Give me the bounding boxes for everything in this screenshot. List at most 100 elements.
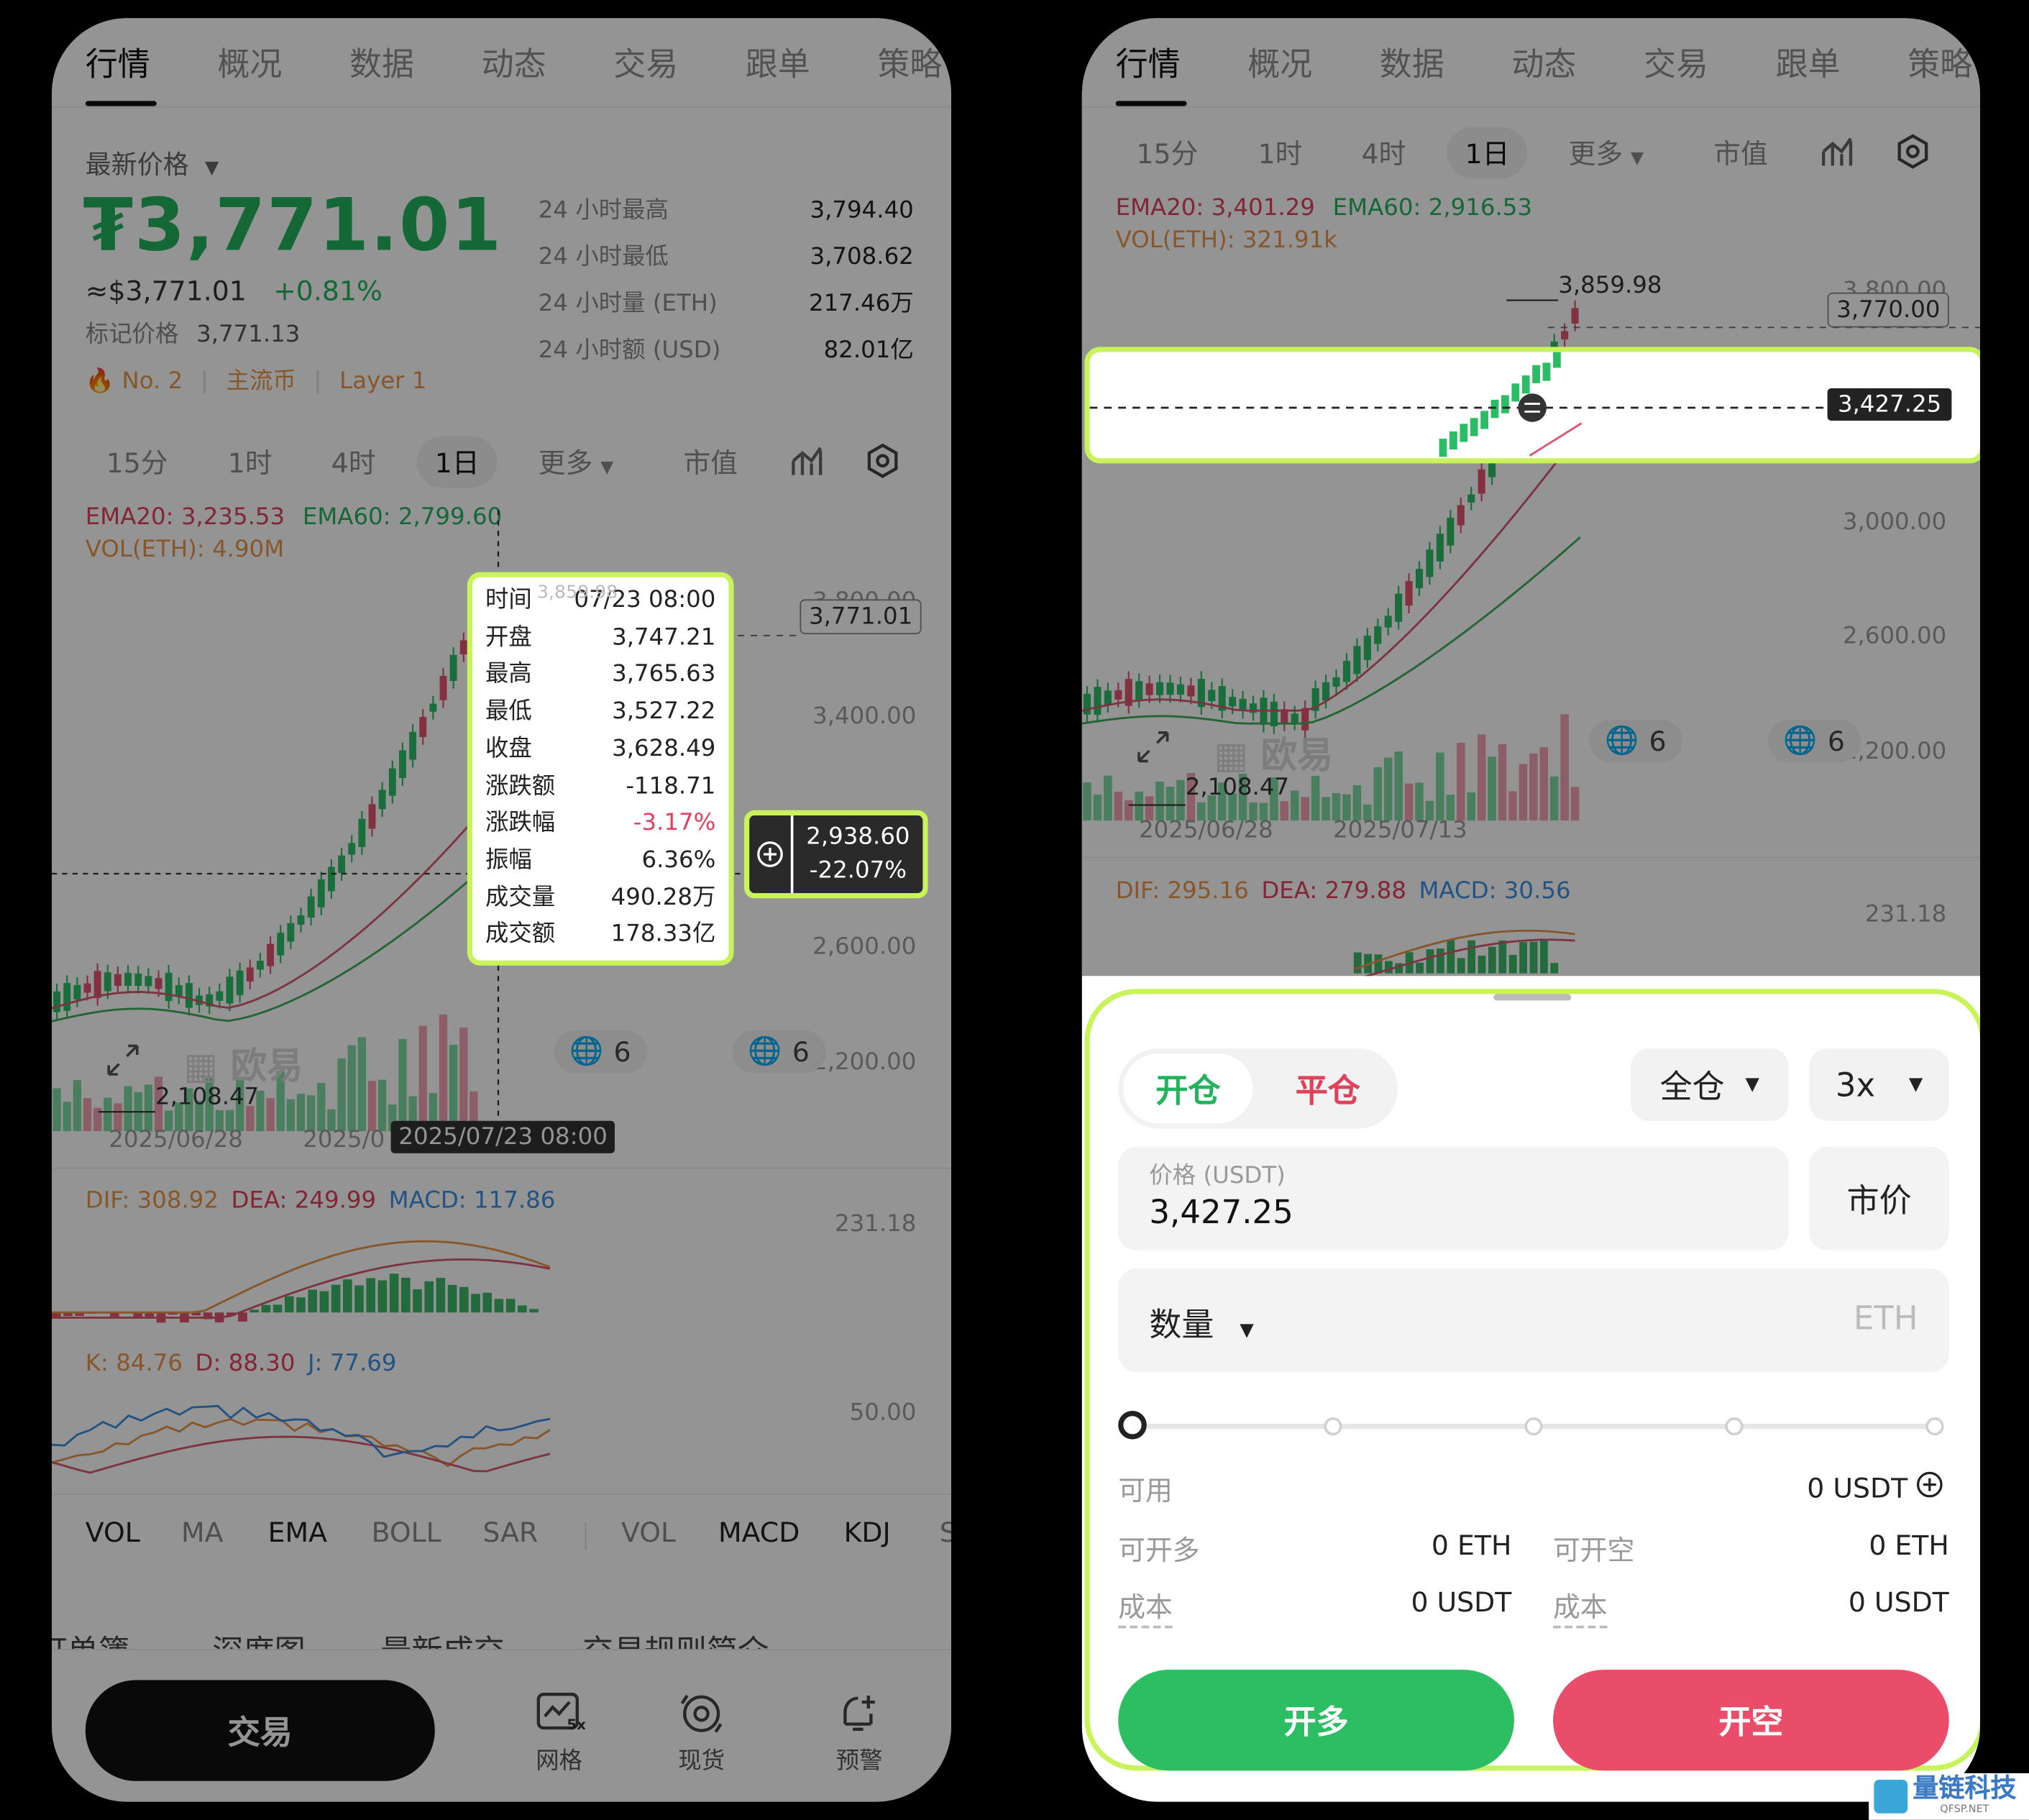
margin-mode-select[interactable]: 全仓 ▼ — [1631, 1048, 1789, 1121]
timeframe-more[interactable]: 更多 ▼ — [539, 443, 613, 482]
slider-step-100[interactable] — [1925, 1417, 1944, 1436]
tab-news[interactable]: 动态 — [482, 39, 546, 86]
timeframe-15m[interactable]: 15分 — [106, 443, 168, 482]
volume-bar — [1488, 756, 1496, 821]
price-type-label: 最新价格 — [85, 149, 189, 180]
timeframe-15m[interactable]: 15分 — [1136, 133, 1198, 172]
timeframe-1d[interactable]: 1日 — [416, 436, 498, 488]
timeframe-1h[interactable]: 1时 — [1258, 133, 1303, 172]
tab-trade[interactable]: 交易 — [613, 39, 678, 86]
slider-step-50[interactable] — [1524, 1417, 1543, 1436]
open-short-button[interactable]: 开空 — [1553, 1670, 1949, 1771]
market-cap-button[interactable]: 市值 — [683, 443, 738, 482]
expand-icon[interactable] — [104, 1041, 142, 1084]
candle-body — [267, 943, 275, 966]
tab-copy[interactable]: 跟单 — [1776, 39, 1841, 86]
macd-histogram-bar — [1508, 954, 1517, 974]
cost-label-short[interactable]: 成本 — [1553, 1587, 1608, 1629]
open-long-button[interactable]: 开多 — [1118, 1670, 1514, 1771]
timeframe-4h[interactable]: 4时 — [331, 443, 376, 482]
tab-trade[interactable]: 交易 — [1644, 39, 1708, 86]
date-axis-label: 2025/0 — [303, 1126, 385, 1153]
price-input[interactable]: 价格 (USDT) 3,427.25 — [1118, 1146, 1789, 1250]
indicator-macd[interactable]: MACD — [718, 1517, 800, 1548]
volume-bar — [1560, 714, 1569, 821]
layer-tag[interactable]: Layer 1 — [339, 367, 426, 395]
slider-thumb[interactable] — [1118, 1411, 1147, 1440]
tab-depth[interactable]: 深度图 — [212, 1634, 306, 1650]
timeframe-1h[interactable]: 1时 — [228, 443, 272, 482]
tab-market[interactable]: 行情 — [86, 39, 150, 86]
tab-news[interactable]: 动态 — [1511, 39, 1576, 86]
timeframe-4h[interactable]: 4时 — [1362, 133, 1406, 172]
tab-data[interactable]: 数据 — [1380, 39, 1444, 86]
category-tag[interactable]: 主流币 — [226, 367, 296, 395]
indicator-ma[interactable]: MA — [181, 1517, 223, 1548]
candle-body — [1176, 684, 1185, 695]
tab-trade-rules[interactable]: 交易规则简介 — [582, 1634, 769, 1650]
rank-tag[interactable]: No. 2 — [122, 367, 183, 395]
indicator-boll[interactable]: BOLL — [372, 1517, 441, 1548]
slider-step-25[interactable] — [1324, 1417, 1342, 1436]
indicator-more[interactable]: S — [940, 1517, 951, 1548]
tab-overview[interactable]: 概况 — [217, 39, 282, 86]
expand-icon[interactable] — [1134, 728, 1173, 772]
trade-button[interactable]: 交易 — [85, 1680, 435, 1781]
quantity-input[interactable]: 数量 ▼ ETH — [1118, 1268, 1949, 1372]
indicator-chart-icon[interactable] — [1820, 133, 1856, 175]
add-funds-icon[interactable] — [1915, 1471, 1944, 1506]
market-cap-button[interactable]: 市值 — [1713, 133, 1768, 172]
close-position-tab[interactable]: 平仓 — [1263, 1053, 1393, 1123]
indicator-chart-icon[interactable] — [789, 443, 825, 485]
timeframe-1d[interactable]: 1日 — [1447, 127, 1528, 179]
candle-body — [175, 985, 183, 997]
indicator-vol-sub[interactable]: VOL — [621, 1517, 676, 1548]
site-watermark: 量链科技 QFSP.NET — [1869, 1773, 2029, 1820]
event-badge[interactable]: 🌐 6 — [1767, 719, 1861, 763]
tab-copy[interactable]: 跟单 — [746, 39, 810, 86]
change-percent: +0.81% — [273, 275, 383, 307]
macd-histogram-bar — [343, 1279, 352, 1313]
crosshair-price-tag[interactable]: 2,938.60 -22.07% — [744, 810, 928, 899]
tab-strategy[interactable]: 策略 — [1907, 39, 1972, 86]
tab-latest-trades[interactable]: 最新成交 — [380, 1634, 505, 1650]
tab-overview[interactable]: 概况 — [1247, 39, 1312, 86]
price-line-highlight[interactable]: 3,427.25 — [1084, 347, 1980, 464]
tab-orderbook[interactable]: 订单簿 — [52, 1634, 129, 1650]
macd-chart — [1353, 929, 1575, 977]
indicator-sar[interactable]: SAR — [482, 1517, 538, 1548]
macd-histogram-bar — [331, 1284, 341, 1313]
slider-step-75[interactable] — [1725, 1417, 1744, 1436]
event-badge[interactable]: 🌐 6 — [1589, 719, 1682, 763]
cost-label-long[interactable]: 成本 — [1118, 1587, 1173, 1629]
indicator-vol[interactable]: VOL — [86, 1517, 140, 1548]
tab-data[interactable]: 数据 — [349, 39, 414, 86]
leverage-select[interactable]: 3x ▼ — [1809, 1048, 1949, 1121]
event-badge[interactable]: 🌐 6 — [554, 1030, 647, 1074]
volume-bar — [83, 1098, 92, 1132]
open-position-tab[interactable]: 开仓 — [1123, 1053, 1253, 1124]
candle-body — [216, 991, 224, 1001]
chart-settings-icon[interactable] — [864, 443, 900, 485]
volume-bar — [63, 1102, 71, 1132]
nav-spot[interactable]: 现货 — [660, 1691, 743, 1776]
price-input-value[interactable]: 3,427.25 — [1149, 1194, 1293, 1231]
price-type-selector[interactable]: 最新价格 ▼ — [86, 144, 219, 181]
macd-histogram-bar — [377, 1280, 388, 1313]
add-order-icon[interactable] — [749, 815, 794, 893]
candle-body — [165, 972, 173, 1001]
nav-grid[interactable]: 5x 网格 — [518, 1691, 600, 1776]
quantity-unit-select[interactable]: 数量 ▼ — [1149, 1299, 1253, 1346]
sheet-drag-handle[interactable] — [1493, 994, 1572, 1001]
crosshair-price: 2,938.60 — [806, 823, 910, 851]
timeframe-more[interactable]: 更多 ▼ — [1569, 133, 1644, 172]
candle-body — [1449, 431, 1457, 450]
tab-market[interactable]: 行情 — [1116, 39, 1181, 86]
event-badge[interactable]: 🌐 6 — [732, 1030, 825, 1074]
indicator-ema[interactable]: EMA — [268, 1517, 327, 1548]
chart-settings-icon[interactable] — [1895, 133, 1930, 175]
market-price-button[interactable]: 市价 — [1809, 1146, 1949, 1250]
tab-strategy[interactable]: 策略 — [877, 39, 942, 86]
indicator-kdj[interactable]: KDJ — [844, 1517, 891, 1548]
nav-alert[interactable]: 预警 — [818, 1691, 901, 1776]
